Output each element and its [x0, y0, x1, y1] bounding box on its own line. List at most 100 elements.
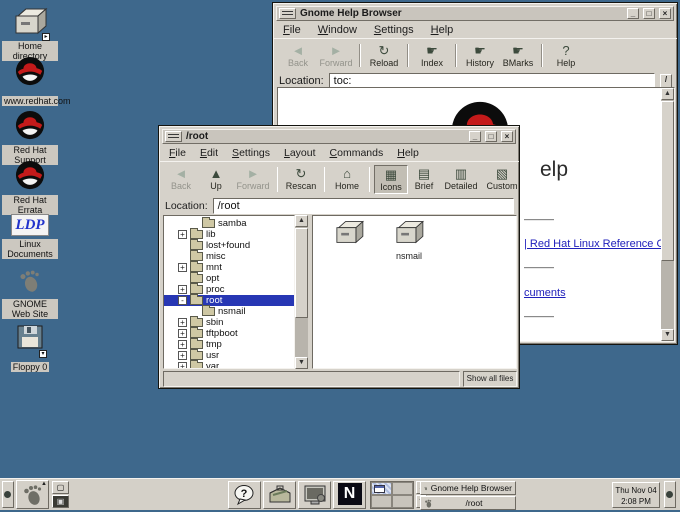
task-root-folder[interactable]: /root: [420, 496, 516, 510]
pager-desktop-2[interactable]: [392, 482, 413, 495]
scroll-up-icon[interactable]: ▲: [661, 88, 674, 100]
mini-applet-bottom-button[interactable]: ▣: [52, 495, 69, 508]
terminal-launcher[interactable]: [298, 481, 331, 509]
pager-desktop-1[interactable]: [371, 482, 392, 495]
documents-link[interactable]: cuments: [524, 287, 566, 299]
scroll-down-icon[interactable]: ▼: [295, 357, 308, 369]
close-button[interactable]: ×: [659, 8, 671, 19]
home-button[interactable]: ⌂Home: [329, 165, 365, 194]
desktop-icon-floppy-0[interactable]: ▾ Floppy 0: [2, 322, 58, 375]
tree-item-var[interactable]: +var: [164, 361, 294, 369]
clock-applet[interactable]: Thu Nov 04 2:08 PM: [612, 482, 660, 508]
mini-applet-top-button[interactable]: ▢: [52, 481, 69, 494]
location-input[interactable]: /root: [213, 198, 514, 214]
tree-expander[interactable]: +: [178, 362, 187, 369]
custom-view-button[interactable]: ▧Custom: [482, 165, 522, 194]
menu-settings[interactable]: Settings: [374, 24, 414, 36]
index-button[interactable]: ☛Index: [413, 42, 451, 69]
panel-hide-right-button[interactable]: [664, 481, 676, 508]
forward-button[interactable]: ►Forward: [317, 42, 355, 69]
window-menu-icon[interactable]: [279, 8, 296, 19]
tree-item-tmp[interactable]: +tmp: [164, 339, 294, 350]
scroll-up-icon[interactable]: ▲: [295, 215, 308, 227]
tree-expander[interactable]: +: [178, 263, 187, 272]
tree-expander[interactable]: -: [178, 296, 187, 305]
menu-window[interactable]: Window: [318, 24, 357, 36]
window-menu-icon[interactable]: [165, 131, 182, 142]
menu-help[interactable]: Help: [397, 147, 419, 159]
scroll-down-icon[interactable]: ▼: [661, 329, 674, 341]
scrollbar-thumb[interactable]: [661, 101, 674, 261]
menu-commands[interactable]: Commands: [330, 147, 384, 159]
task-gnome-help-browser[interactable]: Gnome Help Browser: [420, 481, 516, 495]
tree-expander[interactable]: +: [178, 340, 187, 349]
brief-view-button[interactable]: ▤Brief: [408, 165, 440, 194]
location-extra-button[interactable]: /: [660, 74, 672, 88]
menu-file[interactable]: File: [169, 147, 186, 159]
tree-item-sbin[interactable]: +sbin: [164, 317, 294, 328]
detailed-view-button[interactable]: ▥Detailed: [440, 165, 482, 194]
pager-desktop-4[interactable]: [392, 495, 413, 508]
tree-item-proc[interactable]: +proc: [164, 284, 294, 295]
desktop-icon-gnome-web-site[interactable]: GNOME Web Site: [2, 268, 58, 322]
menu-file[interactable]: File: [283, 24, 301, 36]
help-launcher[interactable]: ?: [228, 481, 261, 509]
desktop-icon-linux-documents[interactable]: LDP Linux Documents: [2, 214, 58, 262]
back-button[interactable]: ◄Back: [163, 165, 199, 194]
tree-item-lost-found[interactable]: lost+found: [164, 240, 294, 251]
close-button[interactable]: ×: [501, 131, 513, 142]
help-titlebar[interactable]: Gnome Help Browser _ □ ×: [276, 6, 674, 21]
file-manager-window: /root _ □ × File Edit Settings Layout Co…: [158, 125, 520, 389]
minimize-button[interactable]: _: [627, 8, 639, 19]
tree-item-samba[interactable]: samba: [164, 218, 294, 229]
help-button[interactable]: ?Help: [547, 42, 585, 69]
tree-item-misc[interactable]: misc: [164, 251, 294, 262]
file-item-nsmail[interactable]: nsmail: [381, 219, 437, 261]
maximize-button[interactable]: □: [643, 8, 655, 19]
gmc-titlebar[interactable]: /root _ □ ×: [162, 129, 516, 144]
tree-item-nsmail[interactable]: nsmail: [164, 306, 294, 317]
tree-expander[interactable]: +: [178, 329, 187, 338]
help-vertical-scrollbar[interactable]: ▲ ▼: [661, 88, 674, 341]
tree-item-mnt[interactable]: +mnt: [164, 262, 294, 273]
tree-vertical-scrollbar[interactable]: ▲ ▼: [295, 215, 308, 369]
netscape-launcher[interactable]: N: [333, 481, 366, 509]
menu-layout[interactable]: Layout: [284, 147, 316, 159]
tree-expander[interactable]: +: [178, 230, 187, 239]
location-label: Location:: [279, 75, 324, 87]
tree-item-tftpboot[interactable]: +tftpboot: [164, 328, 294, 339]
maximize-button[interactable]: □: [485, 131, 497, 142]
tree-expander[interactable]: +: [178, 351, 187, 360]
pointing-hand-icon: ☛: [463, 43, 497, 58]
file-item-folder[interactable]: [321, 219, 377, 251]
desktop-icon-redhat-errata[interactable]: Red Hat Errata: [2, 160, 58, 218]
rescan-button[interactable]: ↻Rescan: [282, 165, 320, 194]
reload-button[interactable]: ↻Reload: [365, 42, 403, 69]
pager-desktop-3[interactable]: [371, 495, 392, 508]
reference-guide-link[interactable]: | Red Hat Linux Reference Guide: [524, 238, 675, 250]
clock-time: 2:08 PM: [613, 496, 659, 507]
tree-item-usr[interactable]: +usr: [164, 350, 294, 361]
minimize-button[interactable]: _: [469, 131, 481, 142]
desktop-icon-www-redhat-com[interactable]: www.redhat.com: [2, 56, 58, 109]
menu-help[interactable]: Help: [431, 24, 454, 36]
tree-item-root-selected[interactable]: -root: [164, 295, 294, 306]
panel-hide-left-button[interactable]: [2, 481, 14, 508]
tree-item-lib[interactable]: +lib: [164, 229, 294, 240]
icons-view-button[interactable]: ▦Icons: [374, 165, 408, 194]
bmarks-button[interactable]: ☛BMarks: [499, 42, 537, 69]
up-button[interactable]: ▲Up: [199, 165, 233, 194]
main-menu-button[interactable]: ▲: [16, 480, 49, 509]
history-button[interactable]: ☛History: [461, 42, 499, 69]
folder-icon: [190, 296, 203, 305]
back-button[interactable]: ◄Back: [279, 42, 317, 69]
tree-expander[interactable]: +: [178, 318, 187, 327]
menu-settings[interactable]: Settings: [232, 147, 270, 159]
tree-expander[interactable]: +: [178, 285, 187, 294]
scrollbar-thumb[interactable]: [295, 228, 308, 318]
forward-button[interactable]: ►Forward: [233, 165, 273, 194]
toolbar-separator: [541, 44, 543, 67]
menu-edit[interactable]: Edit: [200, 147, 218, 159]
config-tool-launcher[interactable]: [263, 481, 296, 509]
tree-item-opt[interactable]: opt: [164, 273, 294, 284]
